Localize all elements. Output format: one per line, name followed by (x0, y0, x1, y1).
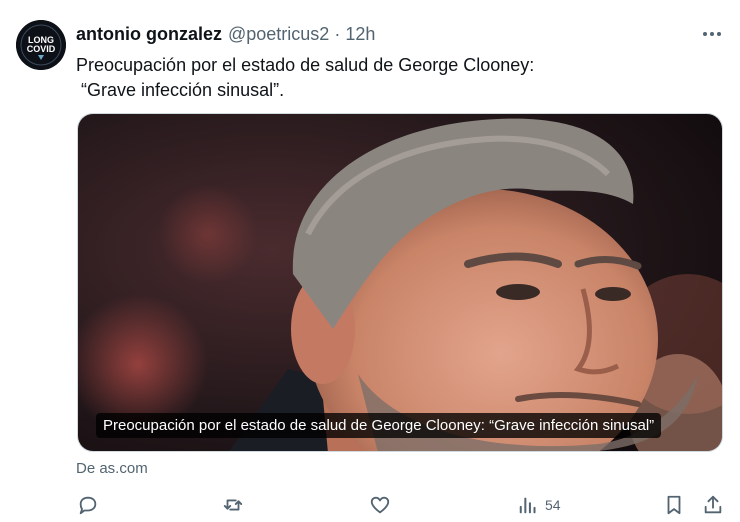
views-icon (517, 494, 539, 516)
views-button[interactable]: 54 (517, 490, 561, 520)
heart-icon (369, 494, 391, 516)
share-button[interactable] (702, 490, 724, 520)
retweet-button[interactable] (222, 490, 244, 520)
tweet-text: Preocupación por el estado de salud de G… (76, 55, 535, 100)
separator-dot: · (334, 23, 341, 44)
share-icon (702, 494, 724, 516)
card-caption: Preocupación por el estado de salud de G… (96, 413, 662, 438)
reply-icon (77, 494, 99, 516)
bookmark-icon (663, 494, 685, 516)
avatar[interactable]: LONG COVID (16, 20, 66, 70)
retweet-icon (222, 494, 244, 516)
views-count: 54 (545, 497, 561, 513)
more-icon[interactable] (698, 22, 726, 46)
card-source[interactable]: De as.com (76, 460, 148, 477)
link-card[interactable]: Preocupación por el estado de salud de G… (77, 113, 723, 452)
like-button[interactable] (369, 490, 391, 520)
tweet-time[interactable]: 12h (345, 24, 375, 45)
author-name[interactable]: antonio gonzalez (76, 24, 222, 45)
author-handle[interactable]: @poetricus2 (228, 24, 329, 45)
avatar-text-bottom: COVID (27, 44, 56, 54)
action-bar: 54 (0, 490, 740, 520)
reply-button[interactable] (77, 490, 99, 520)
tweet-header: antonio gonzalez @poetricus2 · 12h (76, 22, 375, 46)
card-image (78, 114, 722, 451)
bookmark-button[interactable] (663, 490, 685, 520)
